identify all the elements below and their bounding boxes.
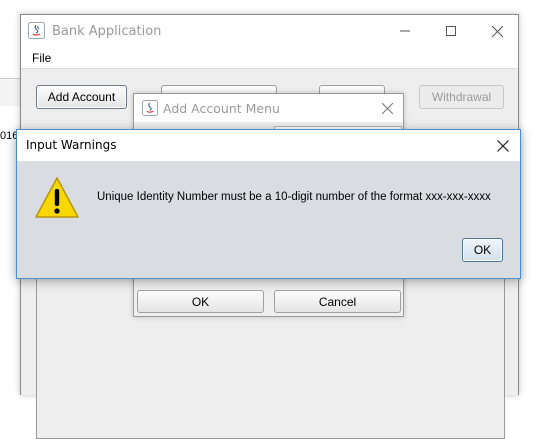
add-account-close-button[interactable] [379, 100, 395, 116]
main-window-title: Bank Application [52, 24, 162, 39]
add-account-cancel-button[interactable]: Cancel [274, 290, 401, 313]
java-icon [28, 22, 45, 39]
warning-icon [35, 177, 79, 218]
java-icon [142, 100, 158, 116]
background-window-edge [0, 78, 22, 106]
warning-close-button[interactable] [486, 130, 520, 161]
minimize-button[interactable] [382, 15, 428, 47]
main-titlebar[interactable]: Bank Application [21, 15, 518, 47]
close-icon [381, 102, 393, 114]
close-button[interactable] [474, 15, 520, 47]
warning-title: Input Warnings [26, 138, 117, 152]
maximize-button[interactable] [428, 15, 474, 47]
add-account-title: Add Account Menu [163, 101, 280, 116]
minimize-icon [400, 30, 410, 32]
warning-message: Unique Identity Number must be a 10-digi… [97, 191, 491, 203]
input-warning-dialog: Input Warnings Unique Identity Number mu… [16, 129, 521, 279]
withdrawal-button[interactable]: Withdrawal [419, 85, 504, 109]
add-account-button[interactable]: Add Account [36, 85, 127, 109]
add-account-titlebar[interactable]: Add Account Menu [134, 94, 403, 122]
maximize-icon [446, 26, 456, 36]
warning-ok-button[interactable]: OK [462, 238, 503, 262]
close-icon [491, 25, 503, 37]
add-account-ok-button[interactable]: OK [137, 290, 264, 313]
warning-titlebar[interactable]: Input Warnings [17, 130, 520, 161]
menubar: File [21, 47, 518, 69]
close-icon [497, 139, 509, 152]
menu-file[interactable]: File [32, 51, 51, 65]
